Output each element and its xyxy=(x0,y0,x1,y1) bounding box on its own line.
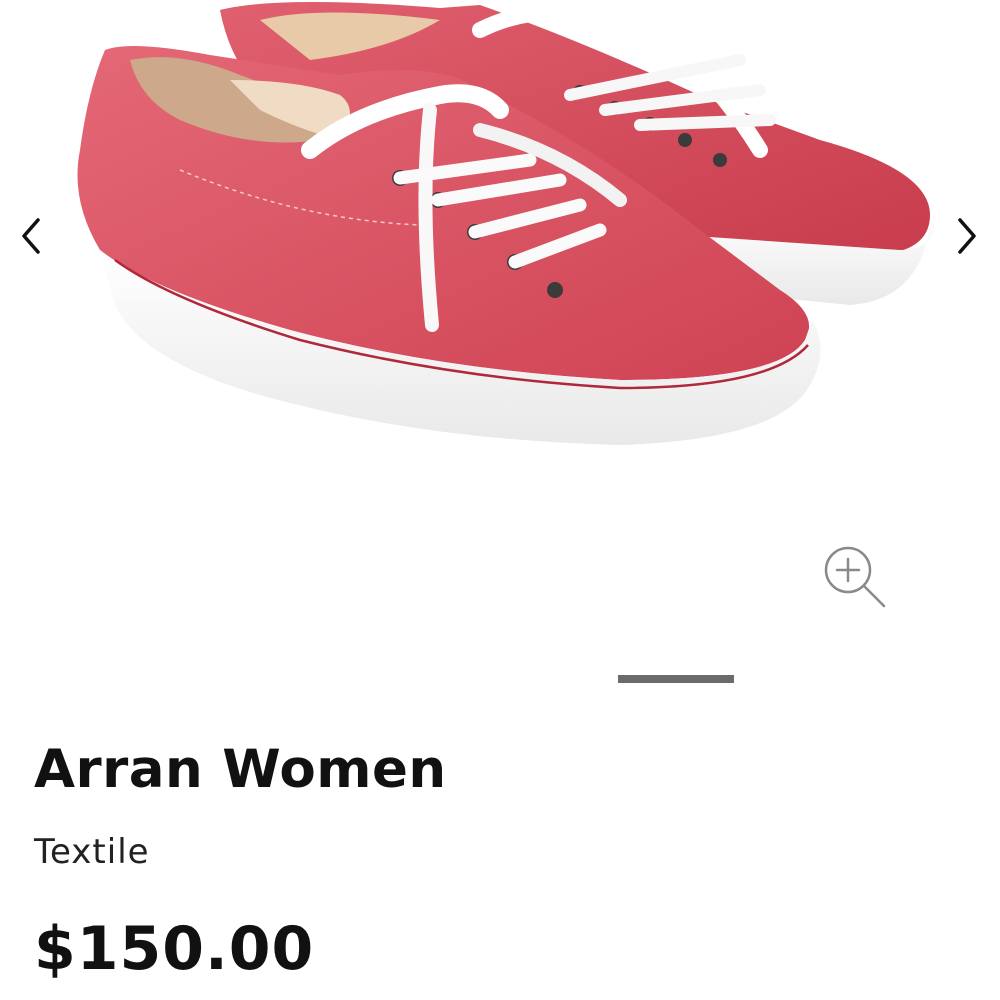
image-gallery[interactable] xyxy=(0,0,1000,700)
zoom-button[interactable] xyxy=(818,540,890,612)
next-image-button[interactable] xyxy=(948,206,988,266)
product-info: Arran Women Textile $150.00 xyxy=(34,730,964,984)
chevron-left-icon xyxy=(22,218,40,254)
product-title: Arran Women xyxy=(34,739,447,800)
product-material: Textile xyxy=(34,832,150,872)
product-price: $150.00 xyxy=(34,914,315,984)
carousel-indicator[interactable] xyxy=(618,675,734,683)
product-page: Arran Women Textile $150.00 xyxy=(0,0,1000,1000)
product-image[interactable] xyxy=(60,0,960,500)
zoom-in-icon xyxy=(824,546,886,608)
chevron-right-icon xyxy=(958,218,976,254)
previous-image-button[interactable] xyxy=(10,206,50,266)
carousel-indicator-active[interactable] xyxy=(618,675,734,683)
